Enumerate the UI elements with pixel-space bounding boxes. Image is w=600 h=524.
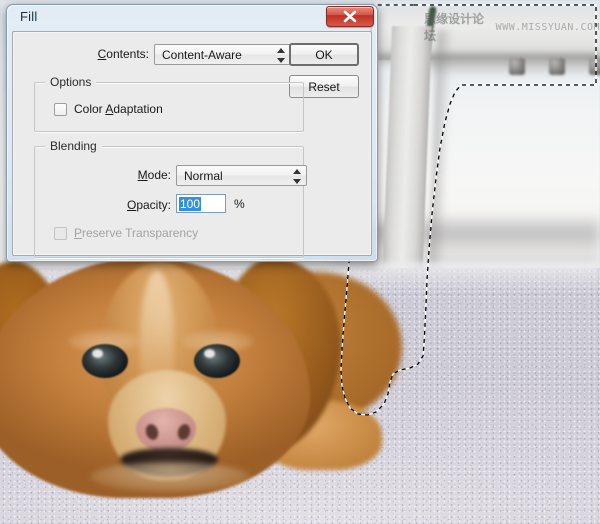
fill-dialog: Fill Contents: Content-Aware OK Reset Op… <box>6 4 378 262</box>
preserve-transparency-checkbox-row: Preserve Transparency <box>54 226 198 240</box>
options-group: Options Color Adaptation <box>34 75 304 132</box>
mode-select[interactable]: Normal <box>176 165 307 186</box>
close-button[interactable] <box>326 6 374 27</box>
color-adaptation-checkbox[interactable] <box>54 102 67 116</box>
color-adaptation-checkbox-row[interactable]: Color Adaptation <box>54 102 163 116</box>
contents-select-value: Content-Aware <box>162 47 242 62</box>
dog-eye-highlight-right <box>204 349 215 358</box>
opacity-unit-label: % <box>234 197 245 211</box>
dialog-title: Fill <box>20 9 38 24</box>
opacity-label: Opacity: <box>126 198 171 212</box>
bolt-icon <box>589 58 600 75</box>
options-group-title: Options <box>45 75 97 89</box>
color-adaptation-label: Color Adaptation <box>74 102 163 116</box>
close-x-icon <box>343 10 357 23</box>
dog-eye-left <box>82 344 128 378</box>
mode-row: Mode: Normal <box>35 165 307 186</box>
dialog-body: Contents: Content-Aware OK Reset Options… <box>12 31 372 258</box>
background-shadow-band <box>340 214 600 254</box>
opacity-row: Opacity: 100 % <box>35 194 303 216</box>
opacity-input[interactable]: 100 <box>176 194 226 213</box>
blending-group: Blending Mode: Normal Opacity: 100 % Pre… <box>34 139 307 258</box>
bolt-icon <box>509 58 525 75</box>
dog-chin <box>90 462 250 492</box>
ok-button[interactable]: OK <box>289 43 359 66</box>
preserve-transparency-checkbox <box>54 226 67 240</box>
blending-group-title: Blending <box>45 139 102 153</box>
chevron-updown-icon <box>292 169 301 184</box>
dog-eye-highlight-left <box>92 349 103 358</box>
mode-label: Mode: <box>137 168 171 182</box>
preserve-transparency-label: Preserve Transparency <box>74 226 199 240</box>
dog-eye-right <box>194 344 240 378</box>
contents-select[interactable]: Content-Aware <box>154 44 291 65</box>
dialog-title-bar[interactable]: Fill <box>7 5 377 31</box>
opacity-input-value: 100 <box>179 196 202 211</box>
mode-select-value: Normal <box>184 168 223 183</box>
chevron-updown-icon <box>276 48 285 63</box>
contents-label: Contents: <box>97 47 149 61</box>
bolt-icon <box>549 58 565 75</box>
